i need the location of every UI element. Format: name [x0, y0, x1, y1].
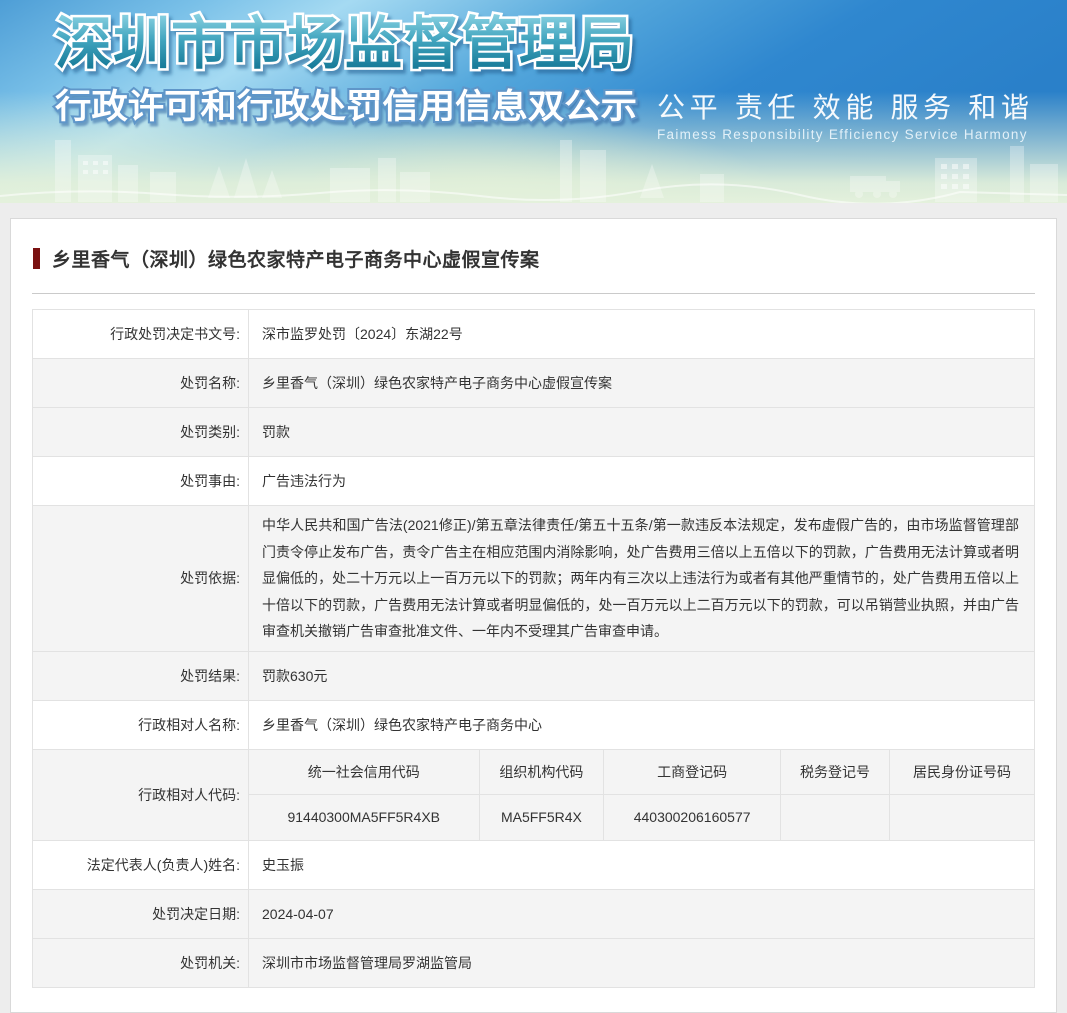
- code-column-header: 组织机构代码: [478, 749, 605, 795]
- row-label: 处罚决定日期:: [32, 888, 249, 939]
- row-label: 行政处罚决定书文号:: [32, 309, 249, 359]
- table-row-penalty-authority: 处罚机关: 深圳市市场监督管理局罗湖监管局: [32, 937, 1035, 988]
- penalty-info-table: 行政处罚决定书文号: 深市监罗处罚〔2024〕东湖22号 处罚名称: 乡里香气（…: [32, 309, 1035, 988]
- row-label: 处罚事由:: [32, 456, 249, 506]
- row-label: 行政相对人名称:: [32, 699, 249, 750]
- row-label: 法定代表人(负责人)姓名:: [32, 839, 249, 890]
- party-codes-table: 统一社会信用代码 组织机构代码 工商登记码 税务登记号 居民身份证号码 9144…: [249, 749, 1034, 840]
- code-column-header: 税务登记号: [779, 749, 891, 795]
- code-column-header: 居民身份证号码: [889, 749, 1034, 795]
- code-column-header: 工商登记码: [603, 749, 781, 795]
- party-codes-values-row: 91440300MA5FF5R4XB MA5FF5R4X 44030020616…: [249, 794, 1034, 840]
- table-row-party-codes: 行政相对人代码: 统一社会信用代码 组织机构代码 工商登记码 税务登记号 居民身…: [32, 748, 1035, 841]
- row-label: 处罚依据:: [32, 505, 249, 652]
- site-banner: 深圳市市场监督管理局 行政许可和行政处罚信用信息双公示 公平 责任 效能 服务 …: [0, 0, 1067, 203]
- row-value: 深市监罗处罚〔2024〕东湖22号: [248, 309, 1035, 359]
- row-value: 广告违法行为: [248, 456, 1035, 506]
- row-label: 处罚类别:: [32, 407, 249, 457]
- row-value: 2024-04-07: [248, 888, 1035, 939]
- banner-graphic: 深圳市市场监督管理局 行政许可和行政处罚信用信息双公示 公平 责任 效能 服务 …: [0, 0, 1067, 203]
- row-value: 罚款: [248, 407, 1035, 457]
- row-value: 史玉振: [248, 839, 1035, 890]
- table-row-party-name: 行政相对人名称: 乡里香气（深圳）绿色农家特产电子商务中心: [32, 699, 1035, 750]
- table-row-penalty-name: 处罚名称: 乡里香气（深圳）绿色农家特产电子商务中心虚假宣传案: [32, 358, 1035, 408]
- row-label: 处罚机关:: [32, 937, 249, 988]
- case-title-row: 乡里香气（深圳）绿色农家特产电子商务中心虚假宣传案: [33, 245, 1046, 272]
- row-label: 处罚结果:: [32, 650, 249, 701]
- row-value: 深圳市市场监督管理局罗湖监管局: [248, 937, 1035, 988]
- party-codes-header-row: 统一社会信用代码 组织机构代码 工商登记码 税务登记号 居民身份证号码: [249, 749, 1034, 795]
- code-column-header: 统一社会信用代码: [249, 749, 480, 795]
- code-value: 91440300MA5FF5R4XB: [249, 794, 480, 840]
- page-title: 乡里香气（深圳）绿色农家特产电子商务中心虚假宣传案: [52, 250, 540, 271]
- table-row-penalty-basis: 处罚依据: 中华人民共和国广告法(2021修正)/第五章法律责任/第五十五条/第…: [32, 505, 1035, 652]
- row-value: 罚款630元: [248, 650, 1035, 701]
- banner-slogan-english: Faimess Responsibility Efficiency Servic…: [657, 127, 1027, 142]
- code-value: [889, 794, 1034, 840]
- code-value: MA5FF5R4X: [478, 794, 605, 840]
- code-value: 440300206160577: [603, 794, 781, 840]
- party-codes-cell: 统一社会信用代码 组织机构代码 工商登记码 税务登记号 居民身份证号码 9144…: [248, 748, 1035, 841]
- table-row-document-number: 行政处罚决定书文号: 深市监罗处罚〔2024〕东湖22号: [32, 309, 1035, 359]
- banner-title: 深圳市市场监督管理局: [55, 12, 635, 76]
- table-row-penalty-category: 处罚类别: 罚款: [32, 407, 1035, 457]
- row-label: 行政相对人代码:: [32, 748, 249, 841]
- row-value: 乡里香气（深圳）绿色农家特产电子商务中心虚假宣传案: [248, 358, 1035, 408]
- table-row-decision-date: 处罚决定日期: 2024-04-07: [32, 888, 1035, 939]
- title-divider: [32, 293, 1035, 294]
- row-label: 处罚名称:: [32, 358, 249, 408]
- table-row-penalty-result: 处罚结果: 罚款630元: [32, 650, 1035, 701]
- table-row-legal-representative: 法定代表人(负责人)姓名: 史玉振: [32, 839, 1035, 890]
- title-accent-bar: [33, 248, 40, 269]
- row-value: 乡里香气（深圳）绿色农家特产电子商务中心: [248, 699, 1035, 750]
- code-value: [779, 794, 891, 840]
- content-card: 乡里香气（深圳）绿色农家特产电子商务中心虚假宣传案 行政处罚决定书文号: 深市监…: [10, 218, 1057, 1013]
- table-row-penalty-reason: 处罚事由: 广告违法行为: [32, 456, 1035, 506]
- row-value: 中华人民共和国广告法(2021修正)/第五章法律责任/第五十五条/第一款违反本法…: [248, 505, 1035, 652]
- banner-subtitle: 行政许可和行政处罚信用信息双公示: [55, 87, 637, 126]
